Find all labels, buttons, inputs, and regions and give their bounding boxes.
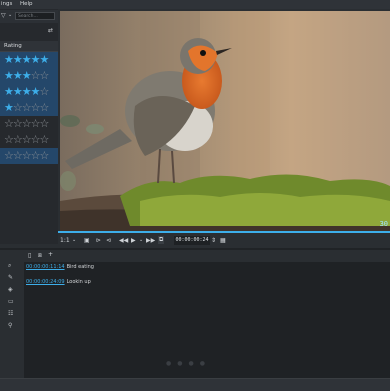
rating-list: ★★★★★ ★★★☆☆ ★★★★☆ ★☆☆☆☆ ☆☆☆☆☆ ☆☆☆☆☆ ☆☆☆☆☆ — [0, 52, 58, 167]
note-line: 00:00:00:11:14 Bird eating — [26, 264, 94, 270]
star-empty-icon[interactable]: ☆ — [13, 133, 23, 146]
star-rating[interactable]: ★★★☆☆ — [4, 69, 50, 82]
clip-monitor[interactable]: 30 — [60, 11, 390, 231]
note-text: Bird eating — [66, 264, 94, 270]
star-empty-icon[interactable]: ☆ — [22, 133, 32, 146]
forward-icon[interactable]: ▶▶ — [146, 237, 155, 244]
swap-icon[interactable]: ⇄ — [48, 27, 53, 34]
star-rating[interactable]: ☆☆☆☆☆ — [4, 117, 50, 130]
star-empty-icon[interactable]: ☆ — [31, 69, 41, 82]
star-filled-icon[interactable]: ★ — [4, 85, 14, 98]
star-rating[interactable]: ☆☆☆☆☆ — [4, 133, 50, 146]
star-rating[interactable]: ☆☆☆☆☆ — [4, 149, 50, 162]
star-empty-icon[interactable]: ☆ — [40, 85, 50, 98]
note-line: 00:00:00:24:09 Lookin up — [26, 279, 91, 285]
star-empty-icon[interactable]: ☆ — [4, 117, 14, 130]
tools-sidebar: ⌕ ✎ ◈ ▭ ☷ ⚲ — [0, 250, 24, 378]
set-out-icon[interactable]: ⊲ — [106, 237, 111, 244]
star-filled-icon[interactable]: ★ — [13, 53, 23, 66]
star-rating[interactable]: ★★★★☆ — [4, 85, 50, 98]
rating-row[interactable]: ☆☆☆☆☆ — [0, 148, 58, 164]
monitor-timecode-overlay: 30 — [379, 220, 388, 228]
status-bar — [0, 378, 390, 391]
rating-row[interactable]: ★★★★★ — [0, 52, 58, 68]
star-filled-icon[interactable]: ★ — [31, 53, 41, 66]
set-in-icon[interactable]: ⊳ — [96, 237, 101, 244]
star-empty-icon[interactable]: ☆ — [31, 117, 41, 130]
spin-icon[interactable]: ⇕ — [211, 237, 216, 244]
filter-icon[interactable]: ▽ — [1, 12, 6, 19]
rating-header-label: Rating — [4, 43, 22, 49]
edit-icon[interactable]: ✎ — [8, 274, 13, 281]
star-filled-icon[interactable]: ★ — [4, 53, 14, 66]
menu-help[interactable]: Help — [20, 1, 33, 7]
star-empty-icon[interactable]: ☆ — [40, 101, 50, 114]
rating-column-header[interactable]: Rating — [0, 41, 58, 52]
star-empty-icon[interactable]: ☆ — [40, 133, 50, 146]
star-empty-icon[interactable]: ☆ — [22, 117, 32, 130]
zoom-select[interactable]: 1:1 — [60, 237, 70, 244]
star-empty-icon[interactable]: ☆ — [31, 133, 41, 146]
star-filled-icon[interactable]: ★ — [13, 69, 23, 82]
star-rating[interactable]: ★☆☆☆☆ — [4, 101, 50, 114]
fullscreen-icon[interactable]: ▦ — [220, 237, 226, 244]
search-input[interactable]: Search... — [15, 12, 55, 20]
note-timecode-link[interactable]: 00:00:00:24:09 — [26, 279, 65, 285]
note-timecode-link[interactable]: 00:00:00:11:14 — [26, 264, 65, 270]
menu-settings[interactable]: ings — [1, 1, 12, 7]
bin-toolbar: ▽ ⌄ Search... — [0, 10, 58, 23]
box-icon[interactable]: ▭ — [8, 298, 14, 305]
bin-options-row: ⇄ — [0, 25, 58, 38]
star-empty-icon[interactable]: ☆ — [13, 101, 23, 114]
note-text: Lookin up — [66, 279, 91, 285]
loop-zone-icon[interactable]: ⧉ — [158, 236, 165, 244]
timecode-field[interactable]: 00:00:00:24 — [174, 236, 210, 245]
chevron-down-icon[interactable]: ⌄ — [8, 12, 12, 18]
star-filled-icon[interactable]: ★ — [31, 85, 41, 98]
chevron-down-icon[interactable]: ⌄ — [139, 237, 143, 243]
insert-timecode-icon[interactable]: ⧈ — [38, 252, 42, 260]
star-filled-icon[interactable]: ★ — [22, 53, 32, 66]
pin-icon[interactable]: ⚲ — [8, 322, 12, 329]
drag-handle: ●●●● — [166, 360, 211, 367]
play-icon[interactable]: ▶ — [131, 237, 136, 244]
rating-row[interactable]: ★★★☆☆ — [0, 68, 58, 84]
star-empty-icon[interactable]: ☆ — [40, 117, 50, 130]
star-empty-icon[interactable]: ☆ — [13, 149, 23, 162]
rating-row[interactable]: ★☆☆☆☆ — [0, 100, 58, 116]
grid-icon[interactable]: ▣ — [84, 237, 90, 244]
star-empty-icon[interactable]: ☆ — [4, 133, 14, 146]
add-icon[interactable]: + — [48, 251, 53, 258]
star-empty-icon[interactable]: ☆ — [40, 69, 50, 82]
star-empty-icon[interactable]: ☆ — [31, 149, 41, 162]
star-filled-icon[interactable]: ★ — [13, 85, 23, 98]
star-filled-icon[interactable]: ★ — [22, 69, 32, 82]
video-frame — [60, 11, 390, 231]
rating-row[interactable]: ☆☆☆☆☆ — [0, 132, 58, 148]
rewind-icon[interactable]: ◀◀ — [119, 237, 128, 244]
star-filled-icon[interactable]: ★ — [40, 53, 50, 66]
star-filled-icon[interactable]: ★ — [4, 69, 14, 82]
rating-row[interactable]: ☆☆☆☆☆ — [0, 116, 58, 132]
star-filled-icon[interactable]: ★ — [4, 101, 14, 114]
star-filled-icon[interactable]: ★ — [22, 85, 32, 98]
new-note-icon[interactable]: ▯ — [28, 252, 31, 259]
star-empty-icon[interactable]: ☆ — [13, 117, 23, 130]
search-icon[interactable]: ⌕ — [8, 262, 11, 270]
star-rating[interactable]: ★★★★★ — [4, 53, 50, 66]
star-empty-icon[interactable]: ☆ — [22, 101, 32, 114]
list-icon[interactable]: ☷ — [8, 310, 13, 317]
layers-icon[interactable]: ◈ — [8, 286, 13, 293]
star-empty-icon[interactable]: ☆ — [40, 149, 50, 162]
star-empty-icon[interactable]: ☆ — [22, 149, 32, 162]
star-empty-icon[interactable]: ☆ — [4, 149, 14, 162]
star-empty-icon[interactable]: ☆ — [31, 101, 41, 114]
rating-row[interactable]: ★★★★☆ — [0, 84, 58, 100]
notes-toolbar: ▯ ⧈ + — [24, 250, 390, 262]
chevron-down-icon[interactable]: ⌄ — [72, 237, 76, 243]
menu-bar: ings Help — [0, 0, 390, 9]
